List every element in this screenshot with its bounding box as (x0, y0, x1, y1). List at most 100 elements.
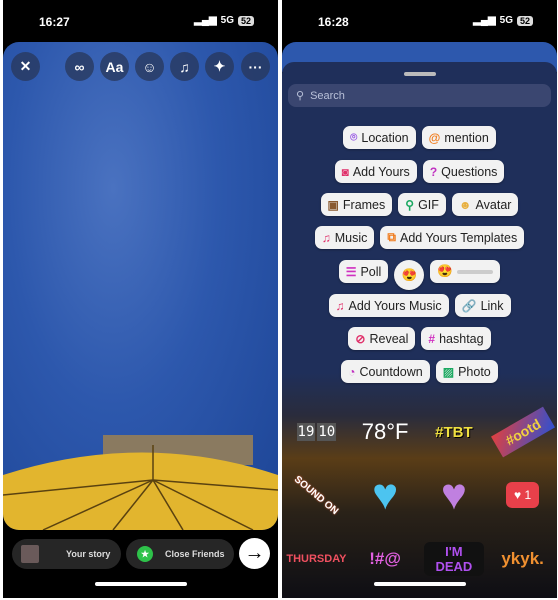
network-type: 5G (499, 15, 513, 26)
sticker-row: ◙ Add Yours? Questions (282, 160, 557, 183)
story-thumbnail (21, 545, 39, 563)
text-button[interactable]: Aa (100, 52, 129, 81)
sticker-row: ▣ Frames ⚲ GIF ☻ Avatar (282, 193, 557, 216)
text-icon: Aa (105, 58, 124, 75)
sticker-location[interactable]: ⌾ Location (343, 126, 416, 149)
purple-heart-sticker[interactable]: ♥ (424, 473, 484, 517)
battery-level: 52 (237, 15, 254, 26)
sticker-gif[interactable]: ⚲ GIF (398, 193, 446, 216)
eye-off-icon: ⊘ (355, 331, 366, 346)
your-story-label: Your story (66, 549, 111, 559)
sound-on-sticker[interactable]: SOUND ON (290, 472, 343, 519)
countdown-icon: ◔ (348, 364, 356, 379)
sticker-mention[interactable]: @ mention (421, 126, 496, 149)
sticker-hashtag[interactable]: # hashtag (421, 327, 491, 350)
sticker-poll[interactable]: ☰ Poll (338, 260, 389, 283)
sticker-button[interactable]: ☺ (135, 52, 164, 81)
status-time: 16:27 (39, 15, 70, 29)
search-input[interactable]: ⚲ Search (288, 84, 551, 107)
sticker-label: Poll (360, 264, 382, 279)
more-icon: ··· (248, 58, 263, 75)
sticker-label: Countdown (359, 364, 423, 379)
sticker-grid-row: THURSDAY !#@ I'M DEAD ykyk. (282, 534, 557, 584)
im-dead-sticker[interactable]: I'M DEAD (423, 542, 484, 576)
drag-handle[interactable] (404, 72, 436, 76)
sticker-icon: ☺ (142, 58, 157, 75)
close-icon: ✕ (19, 58, 32, 74)
hashtag-icon: # (428, 331, 436, 346)
next-button[interactable]: → (239, 538, 270, 569)
sticker-add-yours[interactable]: ◙ Add Yours (334, 160, 417, 183)
emoji-reaction-sticker[interactable]: 😍 (394, 260, 425, 290)
sticker-countdown[interactable]: ◔ Countdown (341, 360, 430, 383)
signal-icon: ▂▄▆ (194, 15, 217, 26)
sticker-label: GIF (418, 197, 439, 212)
more-button[interactable]: ··· (241, 52, 270, 81)
time-sticker[interactable]: 19 10 (286, 423, 346, 441)
sticker-reveal[interactable]: ⊘ Reveal (348, 327, 416, 350)
search-icon: ⚲ (296, 90, 305, 102)
close-friends-button[interactable]: ★ Close Friends (126, 539, 234, 569)
location-pin-icon: ⌾ (350, 130, 358, 144)
sticker-label: Reveal (369, 331, 409, 346)
story-editor-screen: 16:27 ▂▄▆ 5G 52 ✕ ∞ Aa ☺ ♫ ✦ ··· Your stor… (3, 0, 278, 598)
like-count-sticker[interactable]: ♥ 1 (493, 482, 553, 508)
music-plus-icon: ♫ (335, 298, 345, 313)
ootd-sticker[interactable]: #ootd (490, 406, 555, 458)
link-icon: 🔗 (461, 298, 477, 313)
tbt-sticker[interactable]: #TBT (424, 424, 484, 441)
status-bar: 16:27 ▂▄▆ 5G 52 (3, 0, 278, 42)
sticker-label: Add Yours Templates (400, 230, 518, 245)
effects-button[interactable]: ✦ (205, 52, 234, 81)
sticker-add-yours-music[interactable]: ♫ Add Yours Music (328, 294, 449, 317)
story-photo-canvas[interactable]: ✕ ∞ Aa ☺ ♫ ✦ ··· (3, 42, 278, 530)
sticker-row: ⌾ Location @ mention (282, 126, 557, 149)
thursday-sticker[interactable]: THURSDAY (286, 553, 346, 565)
sticker-label: hashtag (439, 331, 484, 346)
music-icon: ♫ (321, 230, 331, 245)
boomerang-button[interactable]: ∞ (65, 52, 94, 81)
blue-heart-sticker[interactable]: ♥ (355, 473, 415, 517)
sticker-label: Location (361, 130, 409, 145)
sticker-row: ♫ Music ⧉ Add Yours Templates (282, 226, 557, 249)
sticker-link[interactable]: 🔗 Link (454, 294, 511, 317)
your-story-button[interactable]: Your story (12, 539, 121, 569)
arrow-right-icon: → (244, 542, 265, 564)
effects-icon: ✦ (213, 58, 226, 74)
search-placeholder: Search (310, 89, 345, 102)
music-button[interactable]: ♫ (170, 52, 199, 81)
sticker-label: Questions (441, 164, 498, 179)
network-type: 5G (220, 15, 234, 26)
sticker-add-yours-templates[interactable]: ⧉ Add Yours Templates (380, 226, 525, 249)
sticker-frames[interactable]: ▣ Frames (320, 193, 393, 216)
battery-level: 52 (516, 15, 533, 26)
photo-icon: ▨ (442, 364, 455, 379)
sticker-row: ◔ Countdown ▨ Photo (282, 360, 557, 383)
sticker-label: Add Yours (352, 164, 410, 179)
emoji-slider-sticker[interactable]: 😍 (430, 260, 501, 283)
templates-icon: ⧉ (387, 230, 396, 244)
sticker-avatar[interactable]: ☻ Avatar (451, 193, 519, 216)
sticker-music[interactable]: ♫ Music (314, 226, 375, 249)
sticker-grid-row: SOUND ON ♥ ♥ ♥ 1 (282, 470, 557, 520)
sticker-tray-screen: 16:28 ▂▄▆ 5G 52 ⚲ Search ⌾ Location @ mention ◙… (282, 0, 557, 598)
sticker-questions[interactable]: ? Questions (422, 160, 505, 183)
close-button[interactable]: ✕ (11, 52, 40, 81)
weather-sticker[interactable]: 78°F (355, 419, 415, 445)
status-time: 16:28 (318, 15, 349, 29)
sticker-label: mention (444, 130, 489, 145)
signal-icon: ▂▄▆ (473, 15, 496, 26)
symbols-sticker[interactable]: !#@ (355, 549, 415, 569)
music-icon: ♫ (179, 58, 190, 75)
star-icon: ★ (137, 546, 153, 562)
sticker-label: Photo (458, 364, 491, 379)
sticker-sheet: ⚲ Search ⌾ Location @ mention ◙ Add Yours? Ques… (282, 62, 557, 598)
mention-icon: @ (428, 130, 441, 145)
sticker-label: Avatar (475, 197, 512, 212)
ykyk-sticker[interactable]: ykyk. (493, 549, 553, 569)
sticker-photo[interactable]: ▨ Photo (435, 360, 498, 383)
frames-photo-icon: ▣ (327, 197, 339, 212)
home-indicator (95, 582, 187, 586)
search-gif-icon: ⚲ (405, 197, 415, 212)
clock-minutes: 10 (317, 423, 337, 441)
